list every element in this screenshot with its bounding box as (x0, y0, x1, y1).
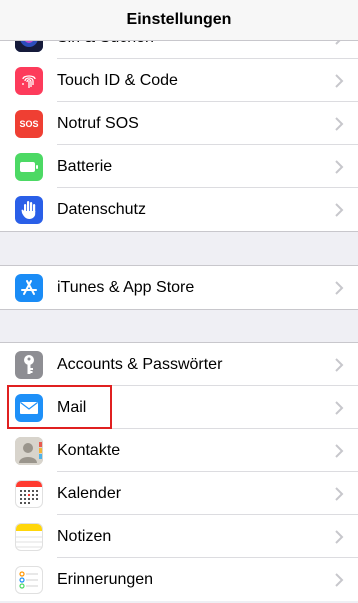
notes-icon (15, 522, 43, 551)
mail-highlight-box (7, 385, 112, 429)
chevron-right-icon (335, 280, 344, 295)
key-icon (15, 350, 43, 379)
settings-row-sos[interactable]: SOS Notruf SOS (0, 102, 358, 145)
chevron-right-icon (335, 572, 344, 587)
settings-label: Accounts & Passwörter (57, 355, 223, 373)
chevron-right-icon (335, 159, 344, 174)
chevron-right-icon (335, 486, 344, 501)
settings-label: Notruf SOS (57, 114, 139, 132)
settings-label: Erinnerungen (57, 570, 154, 588)
contacts-icon (15, 436, 43, 465)
settings-row-privacy[interactable]: Datenschutz (0, 188, 358, 231)
settings-row-accounts[interactable]: Accounts & Passwörter (0, 343, 358, 386)
chevron-right-icon (335, 529, 344, 544)
settings-row-touch-id[interactable]: Touch ID & Code (0, 59, 358, 102)
settings-label: Datenschutz (57, 200, 146, 218)
battery-icon (15, 152, 43, 181)
chevron-right-icon (335, 202, 344, 217)
settings-label: Kontakte (57, 441, 121, 459)
navigation-bar: Einstellungen (0, 0, 358, 41)
calendar-icon (15, 479, 43, 508)
reminders-icon (15, 565, 43, 594)
settings-label: iTunes & App Store (57, 278, 195, 296)
settings-group-2: iTunes & App Store (0, 265, 358, 310)
settings-row-notes[interactable]: Notizen (0, 515, 358, 558)
settings-row-app-store[interactable]: iTunes & App Store (0, 266, 358, 309)
settings-label: Kalender (57, 484, 122, 502)
settings-row-reminders[interactable]: Erinnerungen (0, 558, 358, 601)
settings-row-battery[interactable]: Batterie (0, 145, 358, 188)
chevron-right-icon (335, 357, 344, 372)
page-title: Einstellungen (126, 11, 232, 28)
chevron-right-icon (335, 443, 344, 458)
chevron-right-icon (335, 73, 344, 88)
settings-label: Touch ID & Code (57, 71, 178, 89)
settings-row-calendar[interactable]: Kalender (0, 472, 358, 515)
hand-icon (15, 195, 43, 224)
chevron-right-icon (335, 116, 344, 131)
chevron-right-icon (335, 400, 344, 415)
settings-row-contacts[interactable]: Kontakte (0, 429, 358, 472)
sos-icon: SOS (15, 109, 43, 138)
settings-group-1: Siri & Suchen Touch ID & Code SOS Notruf… (0, 16, 358, 232)
settings-group-3: Accounts & Passwörter Mail Kontakte Kale… (0, 342, 358, 601)
fingerprint-icon (15, 66, 43, 95)
settings-label: Batterie (57, 157, 113, 175)
app-store-icon (15, 273, 43, 302)
settings-label: Notizen (57, 527, 112, 545)
